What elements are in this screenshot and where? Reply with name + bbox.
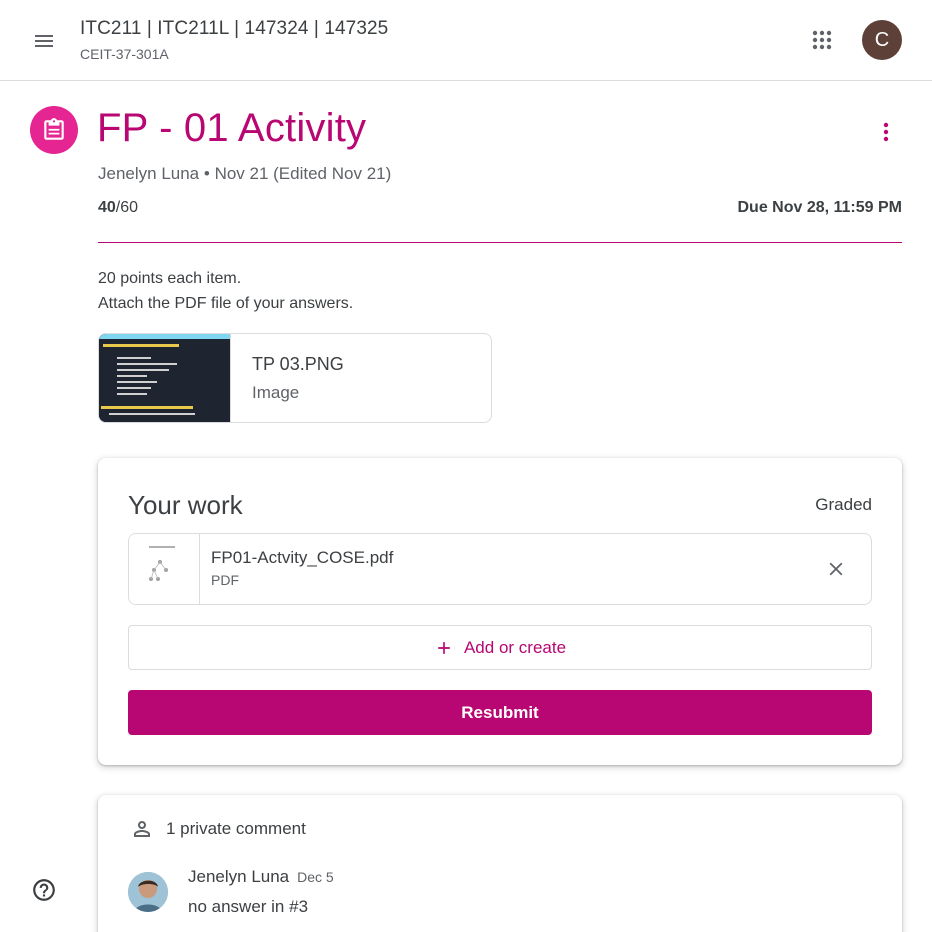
instructions-line: Attach the PDF file of your answers. — [98, 295, 354, 312]
instructions-line: 20 points each item. — [98, 270, 242, 287]
more-vert-icon — [883, 122, 889, 142]
assignment-title: FP - 01 Activity — [97, 106, 367, 150]
points-total: /60 — [115, 199, 139, 216]
close-icon — [829, 562, 843, 576]
points-earned: 40 — [98, 199, 116, 216]
course-section: CEIT-37-301A — [80, 46, 169, 62]
private-comments-card: 1 private comment Jenelyn Luna Dec 5 no a… — [98, 795, 902, 932]
resubmit-button[interactable]: Resubmit — [128, 690, 872, 735]
header-divider — [98, 242, 902, 243]
attachment-type: Image — [252, 383, 300, 402]
file-name: FP01-Actvity_COSE.pdf — [211, 548, 394, 567]
your-work-title: Your work — [128, 490, 243, 520]
private-comments-count[interactable]: 1 private comment — [166, 819, 306, 839]
help-icon — [33, 879, 55, 901]
attachment-card[interactable]: TP 03.PNG Image — [98, 333, 492, 423]
person-icon — [134, 821, 150, 837]
main-menu-button[interactable] — [22, 19, 66, 63]
add-or-create-label: Add or create — [463, 637, 567, 657]
work-status: Graded — [815, 495, 872, 514]
points-score: 40/60 — [98, 199, 138, 217]
meta-separator: • — [203, 164, 210, 183]
author-name: Jenelyn Luna — [98, 164, 200, 183]
comment-author: Jenelyn Luna — [188, 867, 290, 886]
hamburger-menu-icon — [35, 35, 53, 47]
instructions: 20 points each item. Attach the PDF file… — [98, 266, 353, 316]
commenter-avatar — [128, 872, 168, 912]
attachment-thumbnail — [99, 334, 231, 422]
file-thumbnail — [129, 534, 200, 604]
more-options-button[interactable] — [866, 112, 906, 152]
remove-file-button[interactable] — [821, 554, 851, 584]
submitted-file[interactable]: FP01-Actvity_COSE.pdf PDF — [128, 533, 872, 605]
posted-date: Nov 21 (Edited Nov 21) — [214, 164, 392, 183]
plus-icon — [438, 641, 450, 654]
comment-date: Dec 5 — [297, 869, 334, 885]
file-type: PDF — [211, 572, 239, 588]
google-apps-button[interactable] — [800, 18, 844, 62]
due-date: Due Nov 28, 11:59 PM — [737, 199, 902, 216]
course-title[interactable]: ITC211 | ITC211L | 147324 | 147325 — [80, 18, 388, 40]
your-work-card: Your work Graded FP01-Actvity_COSE.pdf P… — [98, 458, 902, 765]
top-app-bar: ITC211 | ITC211L | 147324 | 147325 CEIT-… — [0, 0, 932, 81]
add-or-create-button[interactable]: Add or create — [128, 625, 872, 670]
help-button[interactable] — [30, 876, 58, 904]
clipboard-icon — [44, 118, 64, 140]
comment-text: no answer in #3 — [188, 897, 309, 916]
apps-grid-icon — [812, 30, 832, 50]
assignment-meta: Jenelyn Luna • Nov 21 (Edited Nov 21) — [98, 164, 391, 184]
comment-meta: Jenelyn Luna Dec 5 — [188, 867, 334, 887]
account-avatar[interactable]: C — [862, 20, 902, 60]
assignment-icon — [30, 106, 78, 154]
attachment-name: TP 03.PNG — [252, 354, 344, 374]
private-comments-header: 1 private comment — [130, 817, 306, 841]
